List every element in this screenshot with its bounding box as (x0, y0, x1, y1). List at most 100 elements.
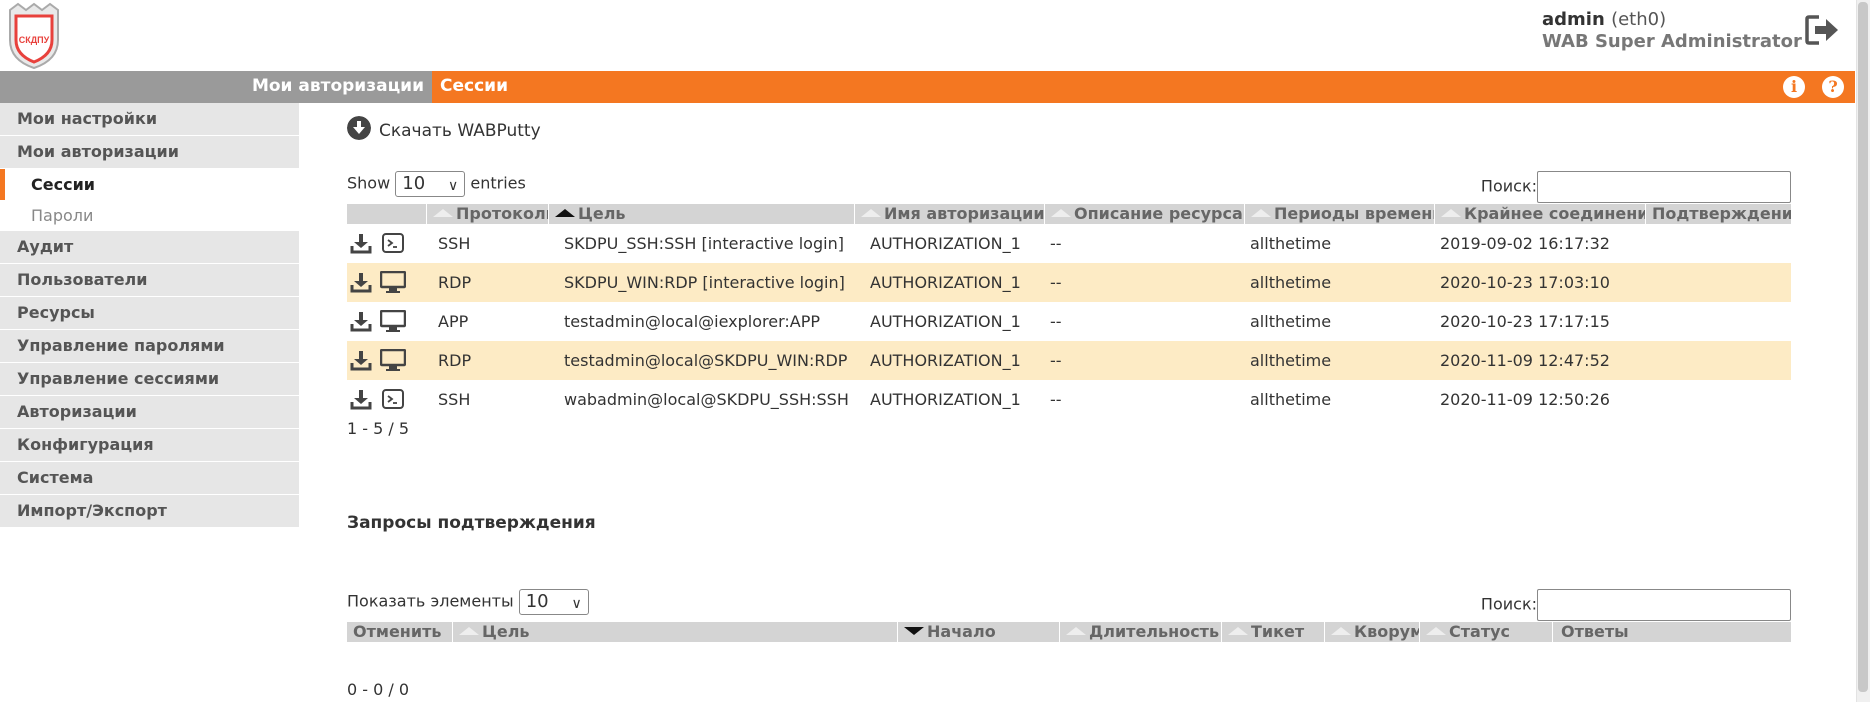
sidebar-item-my-authorizations[interactable]: Мои авторизации (0, 136, 299, 169)
cell-target[interactable]: SKDPU_WIN:RDP [interactive login] (564, 263, 845, 302)
info-icon[interactable]: i (1783, 76, 1805, 98)
download-icon[interactable] (350, 349, 372, 371)
col-protocols[interactable]: Протоколы (426, 204, 548, 224)
col-quorum[interactable]: Кворум (1324, 622, 1419, 642)
cell-last-connection: 2020-11-09 12:47:52 (1440, 351, 1610, 370)
search-label: Поиск: (1480, 176, 1537, 196)
cell-time-period: allthetime (1250, 351, 1332, 370)
cell-resource-desc: -- (1050, 390, 1062, 409)
sidebar-item-my-settings[interactable]: Мои настройки (0, 103, 299, 136)
sidebar-item-system[interactable]: Система (0, 462, 299, 495)
sidebar-subitem-sessions[interactable]: Сессии (0, 169, 299, 200)
cell-auth-name: AUTHORIZATION_1 (870, 390, 1021, 409)
cell-time-period: allthetime (1250, 273, 1332, 292)
monitor-icon[interactable] (380, 271, 406, 293)
sort-icon (1331, 626, 1351, 635)
sessions-page-size-select[interactable]: 10 ∨ (395, 171, 466, 197)
sidebar-item-import-export[interactable]: Импорт/Экспорт (0, 495, 299, 528)
table-row: APP testadmin@local@iexplorer:APP AUTHOR… (347, 302, 1791, 341)
breadcrumb-bar: Мои авторизации Сессии i ? (0, 71, 1855, 103)
cell-auth-name: AUTHORIZATION_1 (870, 312, 1021, 331)
breadcrumb-current: Сессии (440, 76, 508, 96)
download-icon[interactable] (350, 232, 372, 254)
col-start[interactable]: Начало (897, 622, 1059, 642)
col-resource-desc-label: Описание ресурса (1074, 204, 1243, 223)
page-scrollbar[interactable] (1856, 0, 1870, 702)
terminal-icon[interactable] (382, 388, 404, 410)
page-size-value: 10 (525, 591, 549, 612)
logout-icon[interactable] (1805, 14, 1839, 46)
col-target[interactable]: Цель (452, 622, 897, 642)
chevron-down-icon: ∨ (448, 178, 459, 194)
table-row: SSH SKDPU_SSH:SSH [interactive login] AU… (347, 224, 1791, 263)
sessions-search-input[interactable] (1537, 171, 1791, 203)
show-elements-label: Показать элементы (347, 591, 514, 611)
app-header: СКДПУ admin (eth0) WAB Super Administrat… (0, 0, 1870, 71)
sort-icon (1051, 208, 1071, 217)
col-duration[interactable]: Длительность (1059, 622, 1221, 642)
monitor-icon[interactable] (380, 310, 406, 332)
monitor-icon[interactable] (380, 349, 406, 371)
cell-last-connection: 2020-10-23 17:03:10 (1440, 273, 1610, 292)
sidebar-item-session-management[interactable]: Управление сессиями (0, 363, 299, 396)
cell-protocol: RDP (438, 273, 472, 292)
user-role: WAB Super Administrator (1542, 31, 1802, 52)
entries-label: entries (470, 173, 526, 193)
sidebar-item-configuration[interactable]: Конфигурация (0, 429, 299, 462)
col-target[interactable]: Цель (548, 204, 854, 224)
cell-target[interactable]: testadmin@local@SKDPU_WIN:RDP (564, 341, 847, 380)
download-icon[interactable] (350, 388, 372, 410)
col-status[interactable]: Статус (1419, 622, 1552, 642)
col-ticket[interactable]: Тикет (1221, 622, 1324, 642)
breadcrumb-parent[interactable]: Мои авторизации (0, 71, 432, 103)
approvals-page-size-select[interactable]: 10 ∨ (518, 589, 589, 615)
col-target-label: Цель (578, 204, 626, 223)
sort-icon (861, 208, 881, 217)
cell-target[interactable]: testadmin@local@iexplorer:APP (564, 302, 820, 341)
col-approvals[interactable]: Подтверждения (1645, 204, 1791, 224)
col-last-connection[interactable]: Крайнее соединение (1434, 204, 1645, 224)
sidebar-item-authorizations[interactable]: Авторизации (0, 396, 299, 429)
terminal-icon[interactable] (382, 232, 404, 254)
cell-protocol: SSH (438, 390, 471, 409)
interface-label: (eth0) (1611, 9, 1667, 30)
cell-auth-name: AUTHORIZATION_1 (870, 351, 1021, 370)
download-icon[interactable] (350, 310, 372, 332)
col-ticket-label: Тикет (1251, 622, 1305, 641)
col-actions (347, 204, 426, 224)
col-time-periods[interactable]: Периоды времени (1244, 204, 1434, 224)
sort-icon (1441, 208, 1461, 217)
sidebar-item-audit[interactable]: Аудит (0, 231, 299, 264)
scrollbar-thumb[interactable] (1858, 2, 1868, 692)
sidebar: Мои настройки Мои авторизации Сессии Пар… (0, 103, 299, 528)
help-icon[interactable]: ? (1822, 76, 1844, 98)
cell-protocol: APP (438, 312, 469, 331)
cell-target[interactable]: wabadmin@local@SKDPU_SSH:SSH (564, 380, 849, 419)
user-name: admin (eth0) (1542, 9, 1802, 31)
approvals-table-header: Отменить Цель Начало Длительность Тикет … (347, 622, 1791, 642)
sessions-search: Поиск: (1481, 171, 1791, 203)
approvals-search: Поиск: (1481, 589, 1791, 621)
svg-text:СКДПУ: СКДПУ (19, 35, 50, 45)
sidebar-subitem-passwords[interactable]: Пароли (0, 200, 299, 231)
col-status-label: Статус (1449, 622, 1510, 641)
cell-resource-desc: -- (1050, 234, 1062, 253)
show-label: Show (347, 173, 391, 193)
col-auth-name[interactable]: Имя авторизации (854, 204, 1044, 224)
sort-icon (1426, 626, 1446, 635)
col-cancel[interactable]: Отменить (347, 622, 452, 642)
sidebar-item-password-management[interactable]: Управление паролями (0, 330, 299, 363)
download-wabputty-link[interactable]: Скачать WABPutty (347, 116, 541, 143)
sidebar-item-users[interactable]: Пользователи (0, 264, 299, 297)
cell-auth-name: AUTHORIZATION_1 (870, 234, 1021, 253)
approvals-search-input[interactable] (1537, 589, 1791, 621)
col-answers[interactable]: Ответы (1552, 622, 1791, 642)
download-icon[interactable] (350, 271, 372, 293)
cell-target[interactable]: SKDPU_SSH:SSH [interactive login] (564, 224, 844, 263)
col-resource-desc[interactable]: Описание ресурса (1044, 204, 1244, 224)
col-protocols-label: Протоколы (456, 204, 548, 223)
cell-resource-desc: -- (1050, 351, 1062, 370)
cell-protocol: RDP (438, 351, 472, 370)
sidebar-item-resources[interactable]: Ресурсы (0, 297, 299, 330)
cell-last-connection: 2019-09-02 16:17:32 (1440, 234, 1610, 253)
